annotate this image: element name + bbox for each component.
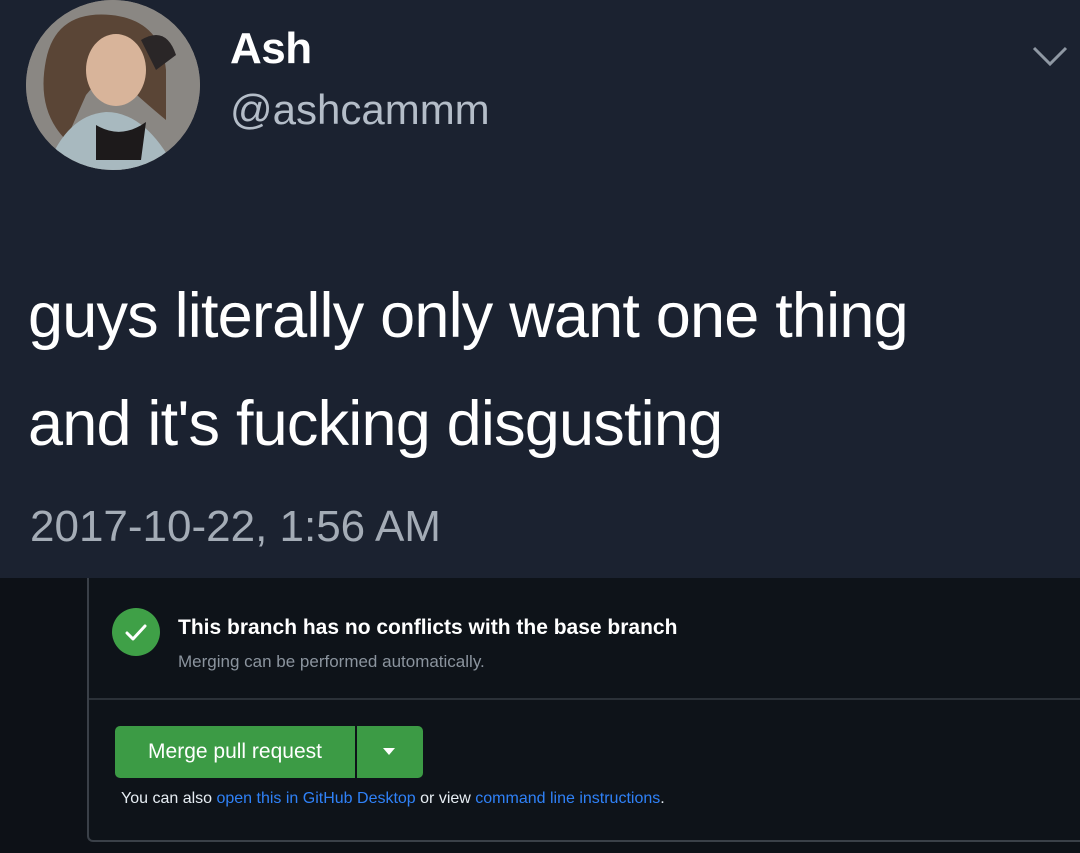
help-text: You can also open this in GitHub Desktop… (121, 790, 665, 808)
tweet-text-line: and it's fucking disgusting (28, 389, 723, 459)
user-handle[interactable]: @ashcammm (230, 86, 490, 134)
command-line-instructions-link[interactable]: command line instructions (475, 790, 660, 807)
display-name[interactable]: Ash (230, 24, 312, 74)
merge-status: This branch has no conflicts with the ba… (89, 578, 1080, 700)
status-subtitle: Merging can be performed automatically. (178, 652, 485, 671)
tweet-text-line: guys literally only want one thing (28, 281, 909, 351)
help-middle: or view (415, 790, 476, 807)
merge-options-dropdown[interactable] (357, 726, 423, 778)
chevron-down-icon[interactable] (1028, 34, 1072, 78)
merge-panel: This branch has no conflicts with the ba… (87, 578, 1080, 842)
timestamp: 2017-10-22, 1:56 AM (30, 502, 441, 551)
tweet-card: Ash @ashcammm guys literally only want o… (0, 0, 1080, 578)
caret-down-icon (383, 748, 395, 755)
check-icon (112, 608, 160, 656)
merge-pull-request-button[interactable]: Merge pull request (115, 726, 355, 778)
tweet-text: guys literally only want one thing and i… (28, 262, 1058, 478)
status-title: This branch has no conflicts with the ba… (178, 616, 678, 639)
help-prefix: You can also (121, 790, 217, 807)
help-suffix: . (660, 790, 665, 807)
avatar[interactable] (26, 0, 200, 170)
open-in-desktop-link[interactable]: open this in GitHub Desktop (216, 790, 415, 807)
